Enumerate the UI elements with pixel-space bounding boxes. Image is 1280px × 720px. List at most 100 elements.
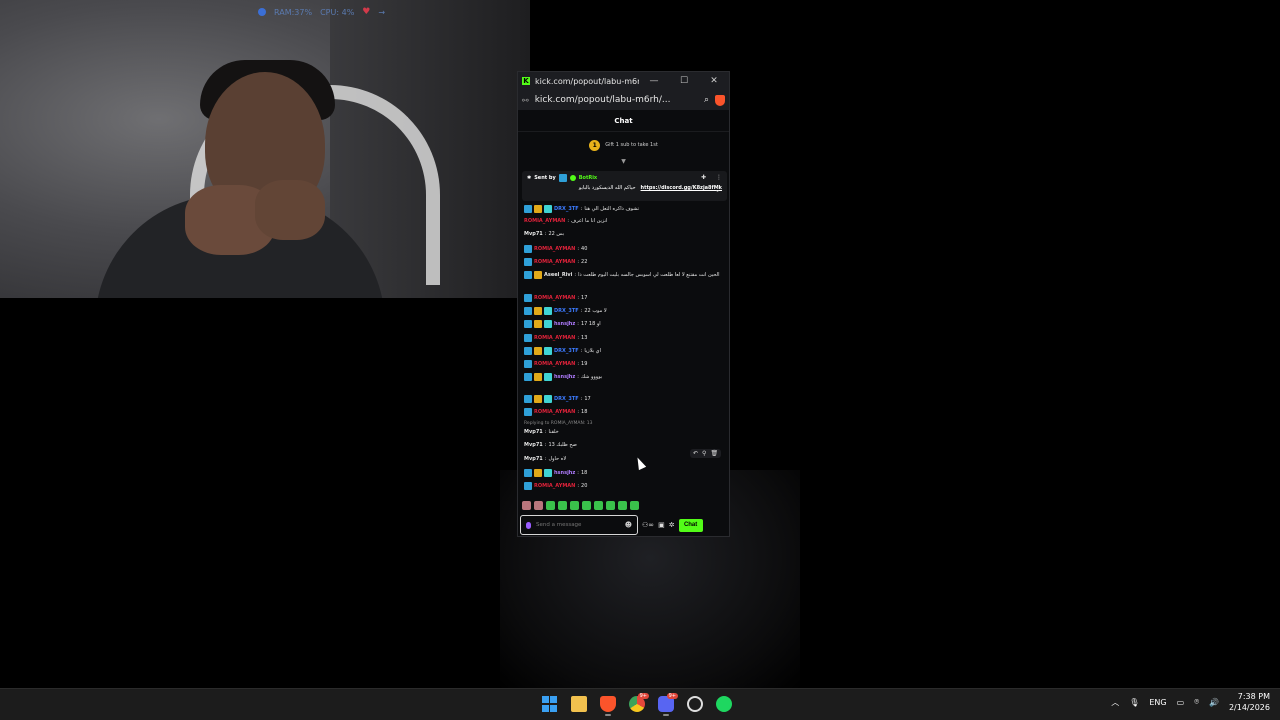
chrome-button[interactable]: 9+: [628, 693, 649, 714]
tray-chevron-icon[interactable]: ︿: [1111, 697, 1119, 708]
clock[interactable]: 7:38 PM 2/14/2026: [1229, 691, 1270, 713]
send-chat-button[interactable]: Chat: [678, 518, 703, 532]
pin-icon[interactable]: ✚: [701, 174, 706, 181]
close-button[interactable]: ✕: [699, 76, 729, 86]
brave-icon: [600, 696, 616, 712]
network-icon[interactable]: ⌾: [1194, 697, 1199, 707]
gold-badge-icon: [534, 395, 542, 403]
message-username[interactable]: Mvp71: [524, 442, 543, 448]
message-username[interactable]: hsnsjhz: [554, 321, 575, 327]
chat-message[interactable]: Aseel_Rivi: الحين انت مقتنع لا لعا طلعت …: [524, 271, 719, 279]
language-indicator[interactable]: ENG: [1149, 698, 1166, 707]
address-bar: ⚯ kick.com/popout/labu-m6rh/... ⌕: [518, 90, 729, 110]
chat-message[interactable]: ROMIA_AYMAN: 17: [524, 294, 587, 302]
file-explorer-button[interactable]: [570, 694, 588, 714]
chat-message[interactable]: Mvp71: لاه حاول: [524, 456, 566, 462]
pin-message-icon[interactable]: ⚲: [702, 450, 706, 457]
emote-6[interactable]: [582, 501, 591, 510]
maximize-button[interactable]: ☐: [669, 76, 699, 86]
users-icon[interactable]: ⚇∞: [642, 521, 654, 529]
message-username[interactable]: hsnsjhz: [554, 374, 575, 380]
site-info-icon[interactable]: ⚯: [522, 96, 529, 105]
pinned-link[interactable]: https://discord.gg/K8zja8fMk: [641, 185, 722, 191]
message-username[interactable]: DRX_3TF: [554, 396, 579, 402]
obs-button[interactable]: [686, 694, 704, 714]
spotify-button[interactable]: [715, 694, 733, 714]
emoji-icon[interactable]: ☻: [625, 521, 632, 529]
pinned-sender[interactable]: BotRix: [579, 175, 597, 181]
settings-gear-icon[interactable]: ✲: [669, 521, 675, 529]
message-text: 40: [581, 246, 588, 252]
emote-5[interactable]: [570, 501, 579, 510]
chat-message[interactable]: hsnsjhz: 17 او 18: [524, 320, 601, 328]
message-username[interactable]: Mvp71: [524, 456, 543, 462]
chat-message[interactable]: Mvp71: صح ظلبك 13: [524, 442, 577, 448]
chat-message[interactable]: DRX_3TF: 17: [524, 395, 591, 403]
message-input[interactable]: [536, 522, 620, 528]
gift-icon[interactable]: ▣: [658, 521, 665, 529]
chat-message[interactable]: ROMIA_AYMAN: 20: [524, 482, 587, 490]
collapse-chevron-icon[interactable]: ▼: [518, 158, 729, 166]
window-titlebar: K kick.com/popout/labu-m6r... — ☐ ✕: [518, 72, 729, 90]
more-options-icon[interactable]: ⋮: [716, 174, 722, 181]
chat-message[interactable]: DRX_3TF: لا موب 22: [524, 307, 607, 315]
message-username[interactable]: ROMIA_AYMAN: [534, 246, 575, 252]
chat-message[interactable]: ROMIA_AYMAN: 40: [524, 245, 587, 253]
chat-message[interactable]: DRX_3TF: تشوف ذاكره التعل الي هنا: [524, 205, 639, 213]
chat-message[interactable]: ROMIA_AYMAN: انزين انا ما اعرف: [524, 218, 607, 224]
start-button[interactable]: [541, 694, 559, 714]
emote-4[interactable]: [558, 501, 567, 510]
minimize-button[interactable]: —: [639, 76, 669, 86]
message-username[interactable]: ROMIA_AYMAN: [534, 259, 575, 265]
chat-message[interactable]: hsnsjhz: 18: [524, 469, 587, 477]
chat-message[interactable]: ROMIA_AYMAN: 19: [524, 360, 587, 368]
gift-sub-banner[interactable]: 1 Gift 1 sub to take 1st: [518, 132, 729, 158]
message-text: تشوف ذاكره التعل الي هنا: [584, 206, 640, 212]
message-text: 20: [581, 483, 588, 489]
expand-chevron-icon[interactable]: ⌄: [715, 187, 720, 194]
brave-button[interactable]: [599, 694, 617, 716]
delete-icon[interactable]: 🗑: [710, 450, 718, 457]
emote-3[interactable]: [546, 501, 555, 510]
message-username[interactable]: DRX_3TF: [554, 206, 579, 212]
volume-icon[interactable]: 🔊: [1209, 698, 1219, 707]
discord-button[interactable]: 9+: [657, 693, 678, 716]
emote-7[interactable]: [594, 501, 603, 510]
message-text: اي بلازيا: [584, 348, 601, 354]
message-box[interactable]: ☻: [520, 515, 638, 535]
tray-mic-icon[interactable]: 🎙: [1129, 698, 1139, 707]
message-username[interactable]: ROMIA_AYMAN: [534, 335, 575, 341]
message-username[interactable]: hsnsjhz: [554, 470, 575, 476]
message-username[interactable]: ROMIA_AYMAN: [524, 218, 565, 224]
chat-message[interactable]: ROMIA_AYMAN: 13: [524, 334, 587, 342]
og-badge-icon: [524, 373, 532, 381]
message-text: 18: [581, 409, 588, 415]
microphone-icon[interactable]: [526, 521, 531, 529]
emote-8[interactable]: [606, 501, 615, 510]
search-icon[interactable]: ⌕: [704, 95, 709, 105]
message-username[interactable]: Mvp71: [524, 231, 543, 237]
emote-1[interactable]: [522, 501, 531, 510]
emote-10[interactable]: [630, 501, 639, 510]
cpu-usage: CPU: 4%: [320, 7, 355, 17]
message-username[interactable]: ROMIA_AYMAN: [534, 295, 575, 301]
message-username[interactable]: Mvp71: [524, 429, 543, 435]
chat-message[interactable]: ROMIA_AYMAN: 18: [524, 408, 587, 416]
message-username[interactable]: ROMIA_AYMAN: [534, 409, 575, 415]
chat-message[interactable]: Mvp71: خلقنا: [524, 429, 559, 435]
message-username[interactable]: ROMIA_AYMAN: [534, 483, 575, 489]
brave-shield-icon[interactable]: [715, 94, 725, 106]
chat-message[interactable]: DRX_3TF: اي بلازيا: [524, 347, 601, 355]
message-username[interactable]: Aseel_Rivi: [544, 272, 572, 278]
chat-message[interactable]: hsnsjhz: بوووو شك: [524, 373, 602, 381]
url-field[interactable]: kick.com/popout/labu-m6rh/...: [535, 95, 698, 105]
emote-2[interactable]: [534, 501, 543, 510]
message-username[interactable]: DRX_3TF: [554, 308, 579, 314]
message-username[interactable]: DRX_3TF: [554, 348, 579, 354]
monitor-icon[interactable]: ▭: [1177, 698, 1185, 707]
reply-icon[interactable]: ↶: [693, 450, 698, 457]
chat-message[interactable]: Mvp71: بس 22: [524, 231, 564, 237]
message-username[interactable]: ROMIA_AYMAN: [534, 361, 575, 367]
emote-9[interactable]: [618, 501, 627, 510]
chat-message[interactable]: ROMIA_AYMAN: 22: [524, 258, 587, 266]
